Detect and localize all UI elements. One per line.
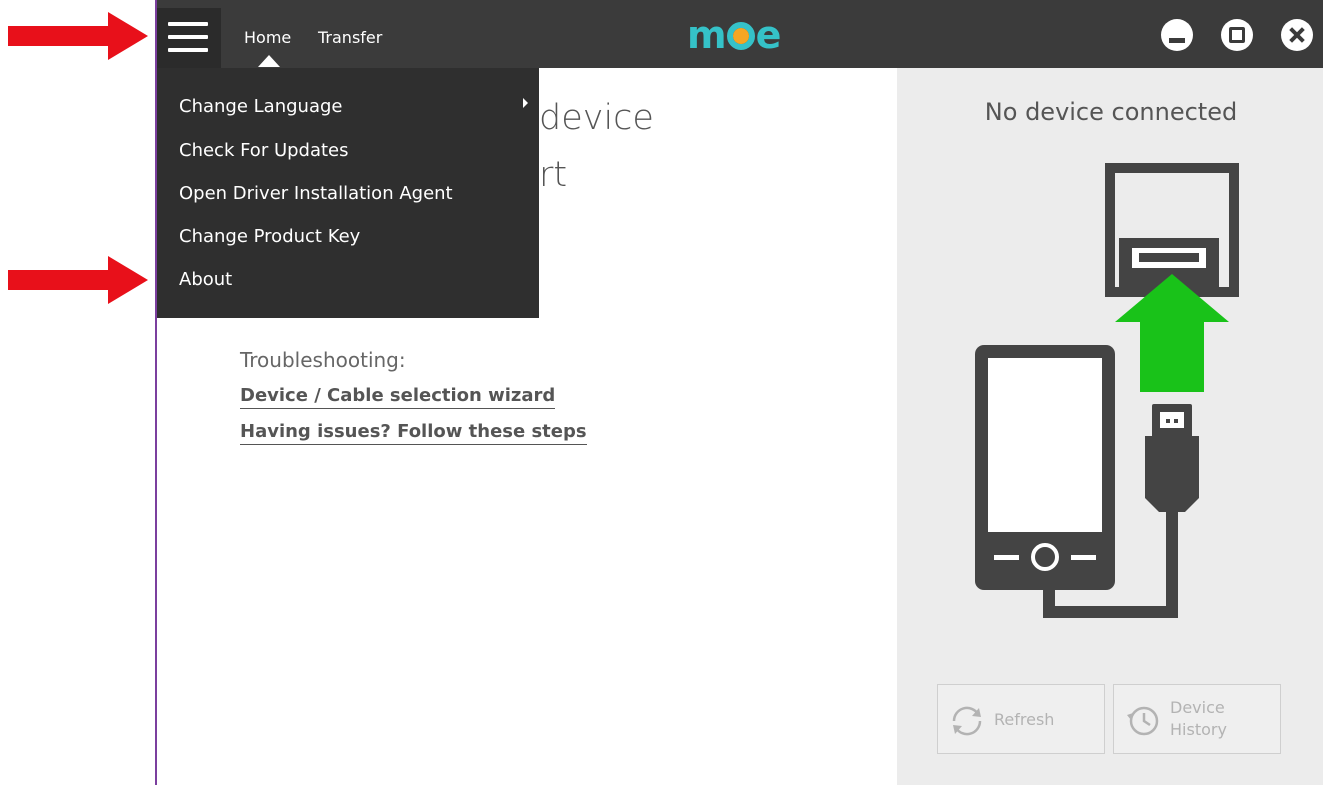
- submenu-arrow-icon: [523, 98, 528, 108]
- hamburger-dropdown-menu: Change Language Check For Updates Open D…: [157, 68, 539, 318]
- close-button[interactable]: [1281, 19, 1313, 51]
- logo-letter-m: m: [687, 13, 727, 57]
- menu-item-about[interactable]: About: [179, 269, 232, 290]
- device-connect-illustration: [975, 163, 1239, 618]
- hamburger-menu-button[interactable]: [157, 8, 221, 68]
- cable-wizard-link[interactable]: Device / Cable selection wizard: [240, 385, 556, 409]
- refresh-button[interactable]: Refresh: [937, 684, 1105, 754]
- device-history-button[interactable]: Device History: [1113, 684, 1281, 754]
- history-label-line1: Device: [1170, 698, 1225, 717]
- device-status-text: No device connected: [984, 98, 1238, 126]
- refresh-label: Refresh: [994, 710, 1055, 729]
- troubleshooting-title: Troubleshooting:: [240, 348, 406, 372]
- nav-transfer[interactable]: Transfer: [318, 28, 382, 47]
- logo-c-mark: [726, 22, 755, 50]
- app-window: Home Transfer me device rt Troubleshooti…: [155, 0, 1323, 785]
- menu-item-driver-agent[interactable]: Open Driver Installation Agent: [179, 183, 453, 204]
- menu-item-change-product-key[interactable]: Change Product Key: [179, 226, 360, 247]
- hamburger-icon: [168, 22, 208, 26]
- nav-active-indicator: [258, 55, 280, 67]
- refresh-icon: [952, 706, 982, 736]
- annotation-arrow-hamburger: [8, 12, 148, 60]
- history-clock-icon: [1127, 706, 1159, 736]
- maximize-button[interactable]: [1221, 19, 1253, 51]
- annotation-arrow-about: [8, 256, 148, 304]
- follow-steps-link[interactable]: Having issues? Follow these steps: [240, 421, 587, 445]
- headline-line1: device: [539, 98, 654, 138]
- history-label-line2: History: [1170, 720, 1227, 739]
- menu-item-change-language[interactable]: Change Language: [179, 96, 342, 117]
- menu-item-check-updates[interactable]: Check For Updates: [179, 140, 349, 161]
- title-bar: Home Transfer me: [157, 0, 1323, 68]
- nav-home[interactable]: Home: [244, 28, 291, 47]
- logo-dot: [732, 28, 749, 44]
- minimize-button[interactable]: [1161, 19, 1193, 51]
- mce-logo: me: [687, 13, 782, 57]
- hamburger-icon-bar: [168, 48, 208, 52]
- headline-line2: rt: [539, 155, 568, 195]
- logo-letter-e: e: [755, 13, 782, 57]
- device-status-panel: No device connected Refresh Device Histo…: [897, 68, 1323, 785]
- hamburger-icon-bar: [168, 35, 208, 39]
